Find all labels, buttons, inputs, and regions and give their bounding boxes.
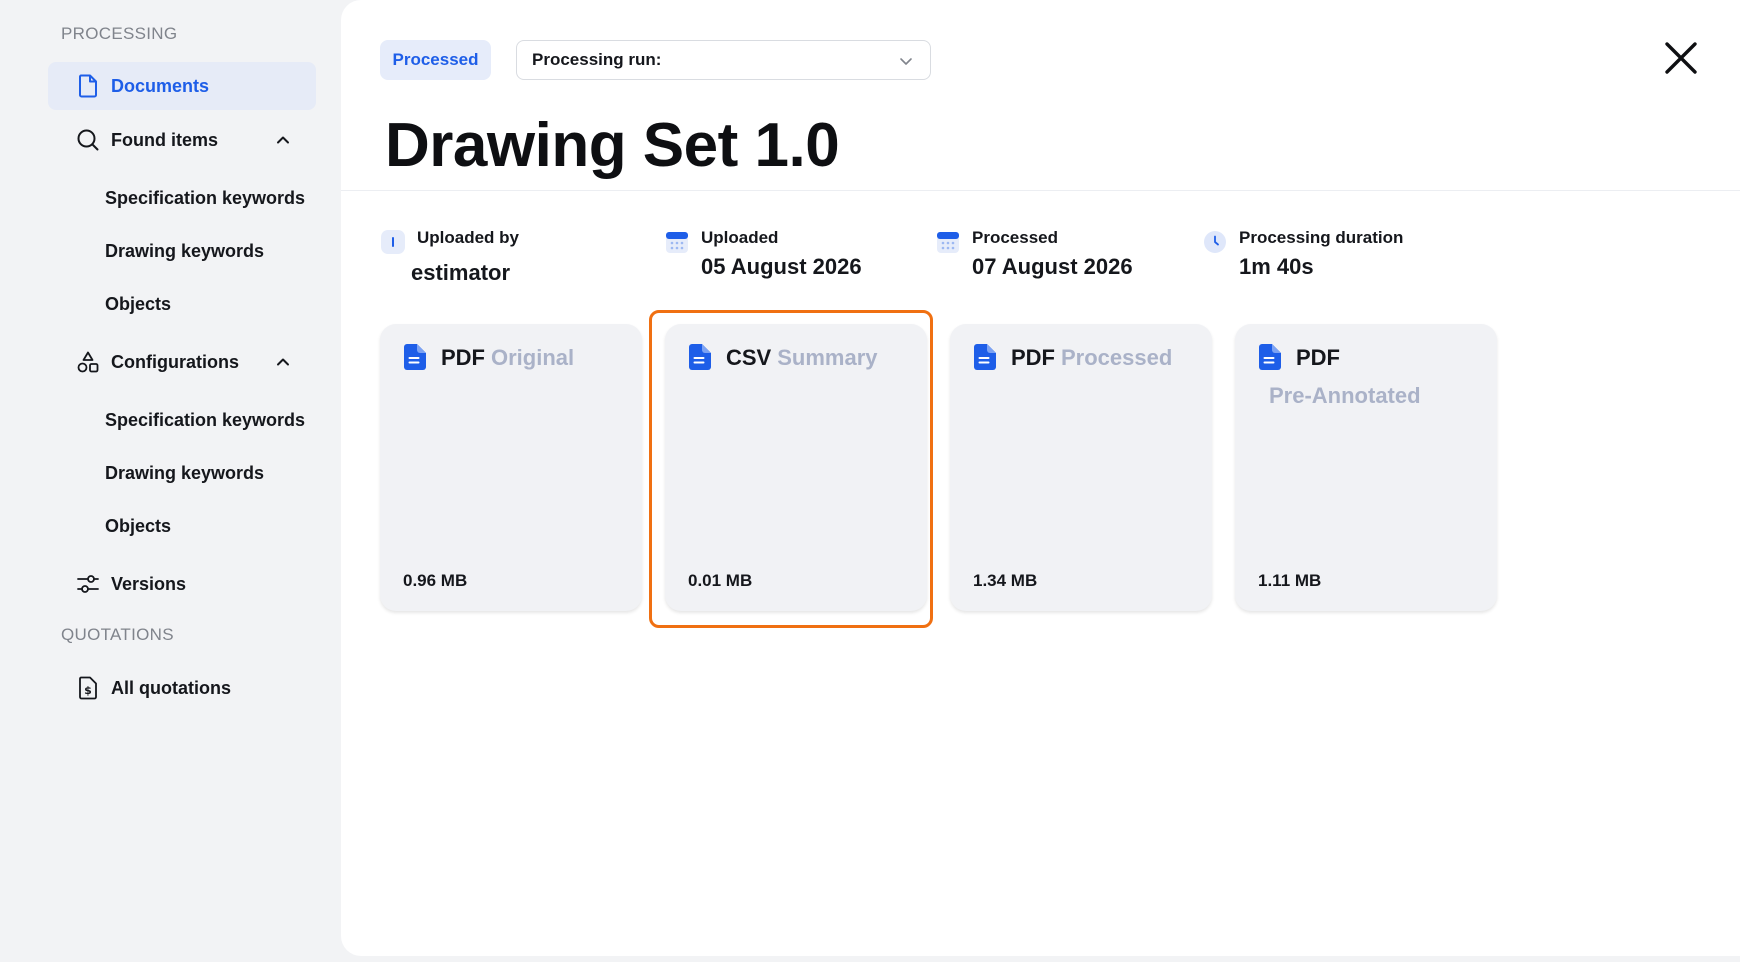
meta-value: 1m 40s bbox=[1239, 254, 1314, 279]
meta-label: Uploaded by bbox=[417, 228, 520, 247]
sidebar-item-label: All quotations bbox=[111, 677, 231, 698]
sidebar-item-configurations[interactable]: Configurations bbox=[48, 338, 316, 386]
meta-label: Processing duration bbox=[1239, 228, 1404, 247]
file-size: 0.01 MB bbox=[688, 571, 753, 590]
file-type: CSV bbox=[726, 345, 772, 370]
sidebar-subitem-objects[interactable]: Objects bbox=[105, 294, 171, 315]
dollar-document-icon: $ bbox=[75, 675, 101, 701]
file-title: CSV Summary bbox=[726, 344, 878, 372]
sidebar-item-label: Documents bbox=[111, 75, 210, 96]
chevron-up-icon[interactable] bbox=[274, 131, 292, 149]
close-button[interactable] bbox=[1661, 38, 1701, 78]
status-badge: Processed bbox=[380, 40, 491, 80]
file-title: PDF Processed bbox=[1011, 344, 1172, 372]
file-icon bbox=[404, 344, 426, 370]
sidebar-subitem-specification-keywords[interactable]: Specification keywords bbox=[105, 410, 305, 431]
file-kind: Summary bbox=[777, 345, 878, 370]
file-icon bbox=[974, 344, 996, 370]
file-title: PDF Pre-Annotated bbox=[1269, 344, 1421, 408]
file-size: 0.96 MB bbox=[403, 571, 468, 590]
calendar-icon bbox=[937, 232, 959, 253]
search-icon bbox=[75, 127, 101, 153]
file-kind: Pre-Annotated bbox=[1269, 383, 1421, 408]
sidebar: PROCESSING Documents Found items Specifi… bbox=[0, 0, 340, 962]
meta-value: 07 August 2026 bbox=[972, 254, 1133, 279]
calendar-icon bbox=[666, 232, 688, 253]
file-card-csv-summary[interactable]: CSV Summary 0.01 MB bbox=[665, 324, 927, 611]
file-size: 1.11 MB bbox=[1258, 571, 1322, 590]
file-type: PDF bbox=[441, 345, 485, 370]
sidebar-item-found-items[interactable]: Found items bbox=[48, 116, 316, 164]
shapes-icon bbox=[75, 349, 101, 375]
file-card-pdf-pre-annotated[interactable]: PDF Pre-Annotated 1.11 MB bbox=[1235, 324, 1497, 611]
file-size: 1.34 MB bbox=[973, 571, 1038, 590]
sidebar-item-versions[interactable]: Versions bbox=[48, 560, 316, 608]
processing-run-select[interactable]: Processing run: bbox=[516, 40, 931, 80]
sliders-icon bbox=[75, 571, 101, 597]
page-title: Drawing Set 1.0 bbox=[385, 111, 840, 180]
divider bbox=[341, 190, 1740, 191]
file-type: PDF bbox=[1296, 345, 1340, 370]
sidebar-subitem-drawing-keywords[interactable]: Drawing keywords bbox=[105, 241, 264, 262]
sidebar-item-label: Versions bbox=[111, 573, 187, 594]
close-icon bbox=[1665, 42, 1697, 74]
processing-section-label: PROCESSING bbox=[61, 24, 178, 43]
meta-label: Processed bbox=[972, 228, 1058, 247]
file-card-pdf-original[interactable]: PDF Original 0.96 MB bbox=[380, 324, 642, 611]
file-type: PDF bbox=[1011, 345, 1055, 370]
file-title: PDF Original bbox=[441, 344, 574, 372]
file-kind: Original bbox=[491, 345, 575, 370]
file-icon bbox=[689, 344, 711, 370]
user-badge-icon bbox=[381, 230, 405, 254]
file-kind: Processed bbox=[1061, 345, 1173, 370]
sidebar-item-all-quotations[interactable]: $ All quotations bbox=[48, 664, 316, 712]
clock-icon bbox=[1204, 231, 1226, 253]
sidebar-subitem-drawing-keywords[interactable]: Drawing keywords bbox=[105, 463, 264, 484]
sidebar-item-label: Found items bbox=[111, 129, 218, 150]
meta-value: estimator bbox=[411, 260, 511, 285]
sidebar-item-label: Configurations bbox=[111, 351, 239, 372]
sidebar-subitem-specification-keywords[interactable]: Specification keywords bbox=[105, 188, 305, 209]
processing-run-label: Processing run: bbox=[532, 50, 662, 69]
document-detail-panel: Processed Processing run: Drawing Set 1.… bbox=[341, 0, 1740, 956]
chevron-down-icon bbox=[900, 58, 912, 65]
sidebar-item-documents[interactable]: Documents bbox=[48, 62, 316, 110]
file-icon bbox=[1259, 344, 1281, 370]
file-card-pdf-processed[interactable]: PDF Processed 1.34 MB bbox=[950, 324, 1212, 611]
document-icon bbox=[75, 73, 101, 99]
sidebar-subitem-objects[interactable]: Objects bbox=[105, 516, 171, 537]
quotations-section-label: QUOTATIONS bbox=[61, 625, 174, 644]
chevron-up-icon[interactable] bbox=[274, 353, 292, 371]
svg-text:$: $ bbox=[84, 684, 92, 697]
meta-value: 05 August 2026 bbox=[701, 254, 862, 279]
meta-label: Uploaded bbox=[701, 228, 779, 247]
